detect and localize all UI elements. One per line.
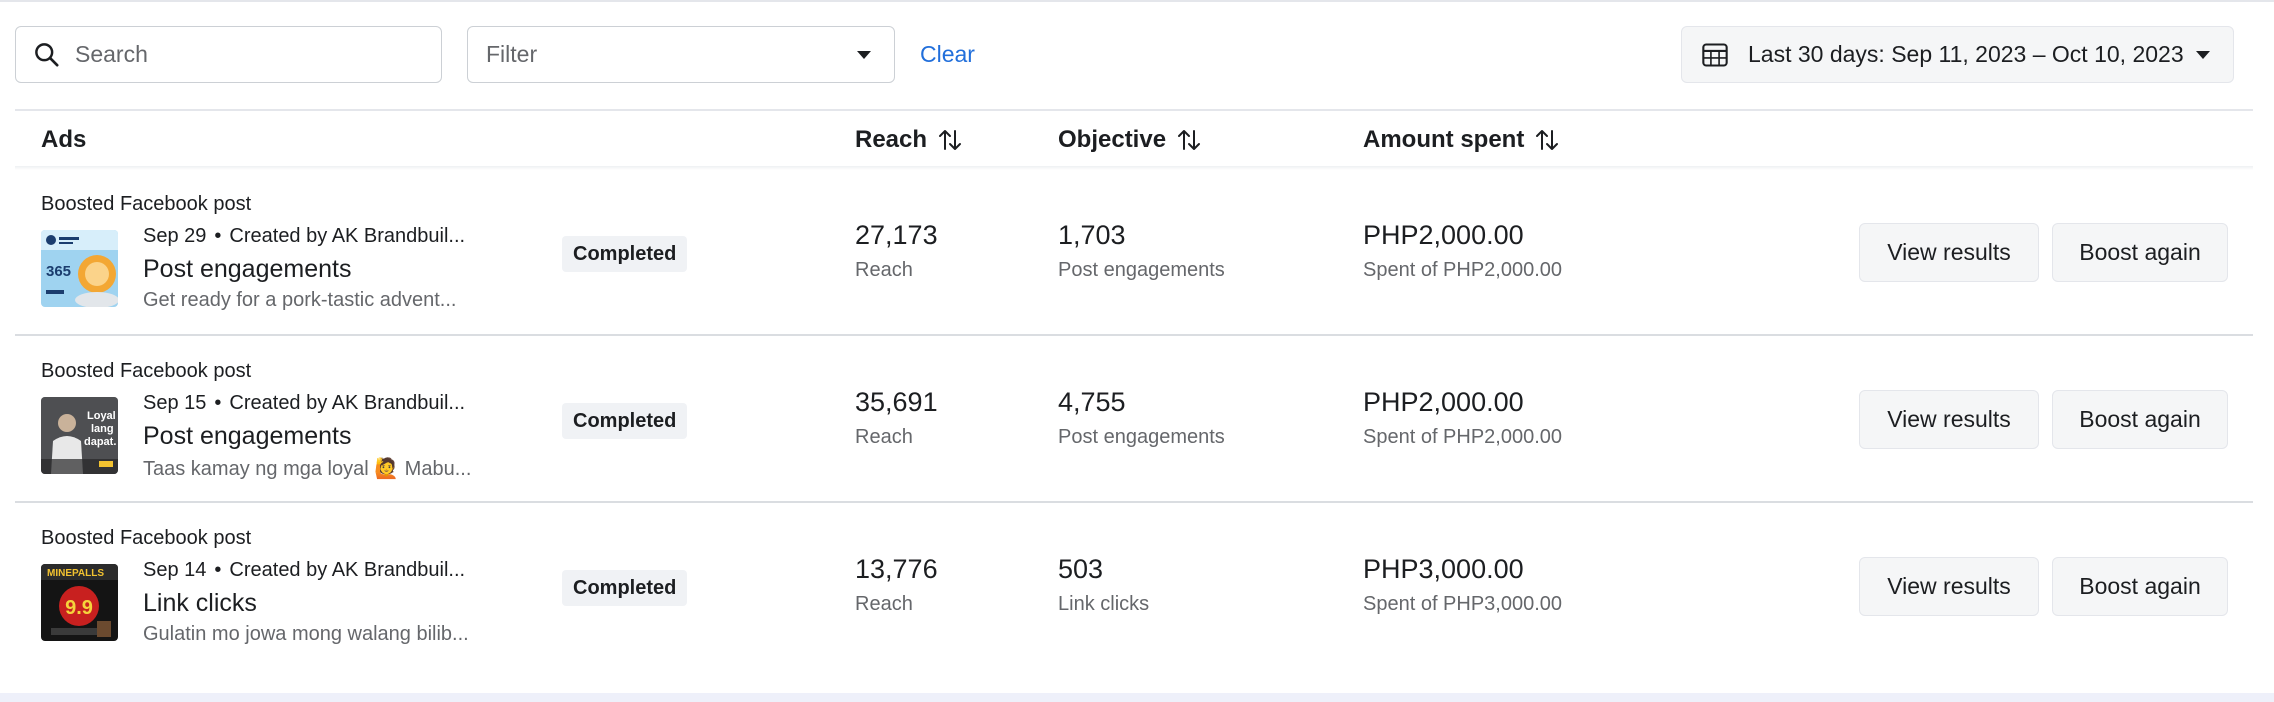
- ad-title[interactable]: Post engagements: [143, 422, 351, 451]
- ad-title[interactable]: Link clicks: [143, 589, 257, 618]
- thumbnail-text: 9.9: [65, 597, 93, 619]
- column-header-label: Objective: [1058, 126, 1167, 153]
- status-badge: Completed: [562, 570, 688, 606]
- table-row[interactable]: Boosted Facebook post MINEPALLS 9.9 Sep …: [15, 502, 2253, 669]
- reach-label: Reach: [855, 593, 913, 615]
- ad-date: Sep 15: [143, 392, 207, 414]
- ad-date: Sep 14: [143, 559, 207, 581]
- status-badge: Completed: [562, 403, 688, 439]
- column-header-ads: Ads: [41, 126, 86, 154]
- objective-value: 4,755: [1058, 387, 1126, 417]
- amount-spent-label: Spent of PHP3,000.00: [1363, 593, 1563, 615]
- ad-meta: Sep 29 • Created by AK Brandbuil...: [143, 225, 465, 248]
- bottom-band: [0, 693, 2274, 702]
- reach-value: 27,173: [855, 220, 938, 250]
- date-range-picker[interactable]: Last 30 days: Sep 11, 2023 – Oct 10, 202…: [1681, 26, 2234, 83]
- search-box[interactable]: [15, 26, 442, 83]
- amount-spent-label: Spent of PHP2,000.00: [1363, 426, 1563, 448]
- thumbnail-text: 365: [46, 263, 71, 280]
- separator-dot: •: [214, 559, 222, 581]
- objective-value: 503: [1058, 554, 1104, 584]
- caret-down-icon: [857, 51, 871, 59]
- ad-creator: Created by AK Brandbuil...: [229, 559, 466, 581]
- top-divider: [0, 0, 2274, 2]
- amount-spent-label: Spent of PHP2,000.00: [1363, 259, 1563, 281]
- filter-placeholder: Filter: [486, 41, 538, 67]
- ad-creator: Created by AK Brandbuil...: [229, 392, 466, 414]
- separator-dot: •: [214, 225, 222, 247]
- column-header-amount-spent[interactable]: Amount spent: [1363, 126, 1560, 154]
- sort-arrows-icon[interactable]: [937, 127, 963, 153]
- column-header-objective[interactable]: Objective: [1058, 126, 1202, 154]
- reach-value: 13,776: [855, 554, 938, 584]
- status-badge: Completed: [562, 236, 688, 272]
- column-header-reach[interactable]: Reach: [855, 126, 963, 154]
- column-header-label: Reach: [855, 126, 928, 153]
- caret-down-icon: [2196, 51, 2210, 59]
- sort-arrows-icon[interactable]: [1534, 127, 1560, 153]
- view-results-button[interactable]: View results: [1859, 390, 2039, 449]
- calendar-icon: [1702, 42, 1728, 67]
- svg-text:lang: lang: [91, 423, 114, 435]
- search-input[interactable]: [75, 41, 415, 68]
- sort-arrows-icon[interactable]: [1176, 127, 1202, 153]
- svg-text:MINEPALLS: MINEPALLS: [47, 568, 104, 579]
- ad-type: Boosted Facebook post: [41, 360, 252, 382]
- boost-again-button[interactable]: Boost again: [2052, 223, 2228, 282]
- ad-description: Get ready for a pork-tastic advent...: [143, 289, 457, 311]
- table-row[interactable]: Boosted Facebook post Loyal lang dapat. …: [15, 335, 2253, 502]
- amount-spent-value: PHP3,000.00: [1363, 554, 1524, 584]
- ad-thumbnail[interactable]: 365: [41, 230, 118, 307]
- column-header-label: Ads: [41, 126, 87, 153]
- date-range-label: Last 30 days: Sep 11, 2023 – Oct 10, 202…: [1748, 41, 2184, 67]
- ad-meta: Sep 14 • Created by AK Brandbuil...: [143, 559, 465, 582]
- ad-thumbnail[interactable]: MINEPALLS 9.9: [41, 564, 118, 641]
- ad-type: Boosted Facebook post: [41, 527, 252, 549]
- column-header-label: Amount spent: [1363, 126, 1525, 153]
- reach-value: 35,691: [855, 387, 938, 417]
- view-results-button[interactable]: View results: [1859, 557, 2039, 616]
- reach-label: Reach: [855, 426, 913, 448]
- ad-description: Gulatin mo jowa mong walang bilib...: [143, 623, 469, 645]
- clear-link[interactable]: Clear: [920, 41, 975, 68]
- boost-again-button[interactable]: Boost again: [2052, 390, 2228, 449]
- ad-thumbnail[interactable]: Loyal lang dapat.: [41, 397, 118, 474]
- objective-label: Post engagements: [1058, 259, 1225, 281]
- table-top-border: [15, 109, 2253, 111]
- ad-meta: Sep 15 • Created by AK Brandbuil...: [143, 392, 465, 415]
- svg-text:Loyal: Loyal: [87, 410, 116, 422]
- svg-text:dapat.: dapat.: [84, 436, 116, 448]
- objective-value: 1,703: [1058, 220, 1126, 250]
- boost-again-button[interactable]: Boost again: [2052, 557, 2228, 616]
- amount-spent-value: PHP2,000.00: [1363, 387, 1524, 417]
- amount-spent-value: PHP2,000.00: [1363, 220, 1524, 250]
- filter-dropdown[interactable]: Filter: [467, 26, 895, 83]
- ad-creator: Created by AK Brandbuil...: [229, 225, 466, 247]
- ad-type: Boosted Facebook post: [41, 193, 252, 215]
- objective-label: Post engagements: [1058, 426, 1225, 448]
- reach-label: Reach: [855, 259, 913, 281]
- objective-label: Link clicks: [1058, 593, 1150, 615]
- ad-date: Sep 29: [143, 225, 207, 247]
- separator-dot: •: [214, 392, 222, 414]
- table-row[interactable]: Boosted Facebook post 365 Sep 29 • Created…: [15, 168, 2253, 335]
- ad-description: Taas kamay ng mga loyal 🙋 Mabu...: [143, 458, 472, 480]
- search-icon: [35, 43, 59, 67]
- view-results-button[interactable]: View results: [1859, 223, 2039, 282]
- ad-title[interactable]: Post engagements: [143, 255, 351, 284]
